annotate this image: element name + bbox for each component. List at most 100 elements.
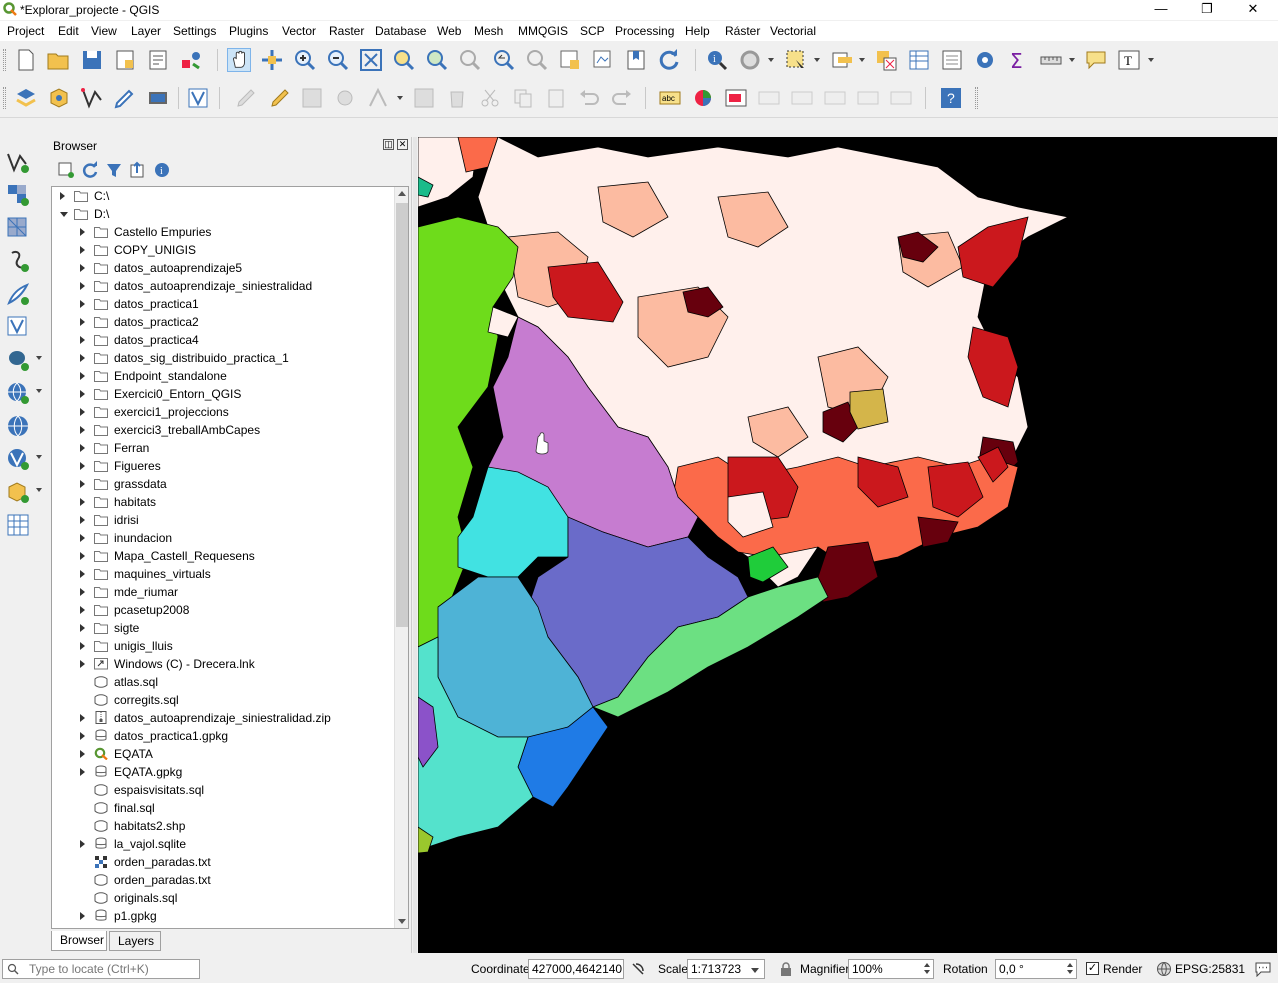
undock-panel-button[interactable]: ◫ xyxy=(383,139,394,150)
browser-scrollbar[interactable] xyxy=(394,187,408,928)
new-geopackage-layer-icon[interactable] xyxy=(6,480,30,504)
messages-icon[interactable] xyxy=(1254,961,1272,977)
menu-layer[interactable]: Layer xyxy=(131,24,161,38)
digitize-pen-icon[interactable] xyxy=(113,86,137,110)
close-window-button[interactable]: ✕ xyxy=(1230,0,1276,20)
tree-item[interactable]: atlas.sql xyxy=(52,673,394,691)
collapse-all-icon[interactable] xyxy=(129,161,147,179)
menu-help[interactable]: Help xyxy=(685,24,710,38)
collapsed-arrow-icon[interactable] xyxy=(80,714,85,722)
collapsed-arrow-icon[interactable] xyxy=(80,444,85,452)
add-vector-layer-icon[interactable] xyxy=(6,150,30,174)
add-postgis-icon[interactable] xyxy=(6,348,30,372)
menu-scp[interactable]: SCP xyxy=(580,24,605,38)
menu-web[interactable]: Web xyxy=(437,24,461,38)
new-print-layout-icon[interactable] xyxy=(113,48,137,72)
tree-item[interactable]: habitats xyxy=(52,493,394,511)
style-manager-icon[interactable] xyxy=(179,48,203,72)
menu-mesh[interactable]: Mesh xyxy=(474,24,503,38)
processing-toolbox-icon[interactable] xyxy=(973,48,997,72)
new-geopackage-icon[interactable] xyxy=(47,86,71,110)
refresh-icon[interactable] xyxy=(657,48,681,72)
tree-item[interactable]: idrisi xyxy=(52,511,394,529)
coordinate-field[interactable]: 427000,4642140 xyxy=(528,959,624,979)
save-project-icon[interactable] xyxy=(80,48,104,72)
maximize-button[interactable]: ❐ xyxy=(1184,0,1230,20)
tree-item[interactable]: pcasetup2008 xyxy=(52,601,394,619)
tree-item[interactable]: datos_practica4 xyxy=(52,331,394,349)
collapsed-arrow-icon[interactable] xyxy=(60,192,65,200)
menu-mmqgis[interactable]: MMQGIS xyxy=(518,24,568,38)
collapsed-arrow-icon[interactable] xyxy=(80,282,85,290)
menu-vectorial[interactable]: Vectorial xyxy=(770,24,816,38)
tree-item[interactable]: EQATA.gpkg xyxy=(52,763,394,781)
collapsed-arrow-icon[interactable] xyxy=(80,768,85,776)
tree-item[interactable]: COPY_UNIGIS xyxy=(52,241,394,259)
tree-item[interactable]: Windows (C) - Drecera.lnk xyxy=(52,655,394,673)
collapsed-arrow-icon[interactable] xyxy=(80,552,85,560)
menu-settings[interactable]: Settings xyxy=(173,24,216,38)
collapsed-arrow-icon[interactable] xyxy=(80,732,85,740)
collapsed-arrow-icon[interactable] xyxy=(80,840,85,848)
collapsed-arrow-icon[interactable] xyxy=(80,336,85,344)
tree-item[interactable]: exercici3_treballAmbCapes xyxy=(52,421,394,439)
lock-scale-icon[interactable] xyxy=(779,961,793,977)
identify-features-icon[interactable]: i xyxy=(705,48,729,72)
tree-item[interactable]: datos_practica2 xyxy=(52,313,394,331)
menu-database[interactable]: Database xyxy=(375,24,426,38)
layout-manager-icon[interactable] xyxy=(146,48,170,72)
tree-item[interactable]: Exercici0_Entorn_QGIS xyxy=(52,385,394,403)
menu-plugins[interactable]: Plugins xyxy=(229,24,268,38)
tree-item[interactable]: datos_autoaprendizaje_siniestralidad.zip xyxy=(52,709,394,727)
collapsed-arrow-icon[interactable] xyxy=(80,246,85,254)
collapsed-arrow-icon[interactable] xyxy=(80,300,85,308)
refresh-browser-icon[interactable] xyxy=(81,161,99,179)
layer-diagram-icon[interactable] xyxy=(691,86,715,110)
new-project-icon[interactable] xyxy=(14,48,38,72)
attribute-table-icon[interactable] xyxy=(907,48,931,72)
tree-item[interactable]: espaisvisitats.sql xyxy=(52,781,394,799)
toggle-extents-icon[interactable] xyxy=(630,961,646,977)
collapsed-arrow-icon[interactable] xyxy=(80,642,85,650)
new-map-view-icon[interactable] xyxy=(558,48,582,72)
menu-vector[interactable]: Vector xyxy=(282,24,316,38)
collapsed-arrow-icon[interactable] xyxy=(80,372,85,380)
collapsed-arrow-icon[interactable] xyxy=(80,498,85,506)
pan-map-icon[interactable] xyxy=(227,48,251,72)
gps-device-icon[interactable] xyxy=(146,86,170,110)
spatial-bookmark-icon[interactable] xyxy=(624,48,648,72)
map-tips-icon[interactable] xyxy=(1084,48,1108,72)
zoom-last-icon[interactable] xyxy=(492,48,516,72)
collapsed-arrow-icon[interactable] xyxy=(80,606,85,614)
menu-project[interactable]: Project xyxy=(7,24,44,38)
render-checkbox[interactable]: ✓ xyxy=(1086,962,1099,975)
tree-item[interactable]: p1.gpkg xyxy=(52,907,394,925)
tab-layers[interactable]: Layers xyxy=(109,931,161,951)
tree-item[interactable]: datos_sig_distribuido_practica_1 xyxy=(52,349,394,367)
magnifier-spinbox[interactable]: 100% xyxy=(848,959,934,979)
statistical-summary-icon[interactable]: Σ xyxy=(1006,48,1030,72)
collapsed-arrow-icon[interactable] xyxy=(80,354,85,362)
collapsed-arrow-icon[interactable] xyxy=(80,516,85,524)
splitter[interactable] xyxy=(413,137,417,953)
crs-globe-icon[interactable] xyxy=(1156,961,1172,977)
tree-item[interactable]: Endpoint_standalone xyxy=(52,367,394,385)
field-calculator-icon[interactable] xyxy=(940,48,964,72)
tree-item[interactable]: final.sql xyxy=(52,799,394,817)
tree-item[interactable]: inundacion xyxy=(52,529,394,547)
tree-item[interactable]: orden_paradas.txt xyxy=(52,853,394,871)
collapsed-arrow-icon[interactable] xyxy=(80,588,85,596)
data-source-manager-icon[interactable] xyxy=(14,86,38,110)
tree-item[interactable]: datos_autoaprendizaje5 xyxy=(52,259,394,277)
add-delimited-text-icon[interactable] xyxy=(6,249,30,273)
tree-item[interactable]: originals.sql xyxy=(52,889,394,907)
run-action-icon[interactable] xyxy=(738,48,762,72)
menu-view[interactable]: View xyxy=(91,24,117,38)
rotation-spinbox[interactable]: 0,0 ° xyxy=(995,959,1077,979)
add-raster-layer-icon[interactable] xyxy=(6,183,30,207)
new-temp-layer-icon[interactable] xyxy=(6,513,30,537)
collapsed-arrow-icon[interactable] xyxy=(80,912,85,920)
digitize-vertex-icon[interactable] xyxy=(80,86,104,110)
new-virtual-layer-icon[interactable] xyxy=(186,86,210,110)
tree-item[interactable]: unigis_lluis xyxy=(52,637,394,655)
